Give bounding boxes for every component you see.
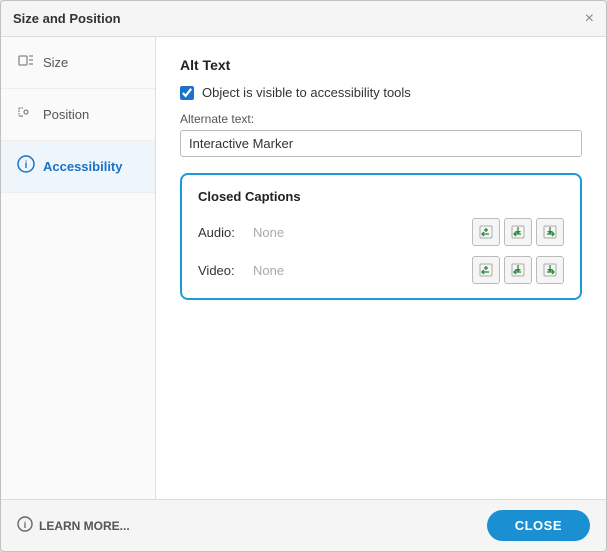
dialog-footer: i LEARN MORE... CLOSE	[1, 499, 606, 551]
content-area: Alt Text Object is visible to accessibil…	[156, 37, 606, 499]
alt-text-input[interactable]	[180, 130, 582, 157]
size-icon	[17, 51, 35, 74]
audio-add-button[interactable]	[472, 218, 500, 246]
sidebar-item-size-label: Size	[43, 55, 68, 70]
learn-more-label: LEARN MORE...	[39, 519, 130, 533]
sidebar-item-accessibility[interactable]: i Accessibility	[1, 141, 155, 193]
video-remove-button[interactable]	[536, 256, 564, 284]
info-icon: i	[17, 516, 33, 536]
audio-value: None	[253, 225, 472, 240]
accessibility-icon: i	[17, 155, 35, 178]
sidebar-item-size[interactable]: Size	[1, 37, 155, 89]
visibility-checkbox-row: Object is visible to accessibility tools	[180, 85, 582, 100]
size-and-position-dialog: Size and Position × Size	[0, 0, 607, 552]
audio-import-button[interactable]	[504, 218, 532, 246]
sidebar: Size Position i	[1, 37, 156, 499]
title-bar: Size and Position ×	[1, 1, 606, 37]
video-label: Video:	[198, 263, 253, 278]
closed-captions-box: Closed Captions Audio: None	[180, 173, 582, 300]
alt-text-field-label: Alternate text:	[180, 112, 582, 126]
alt-text-section-title: Alt Text	[180, 57, 582, 73]
video-import-button[interactable]	[504, 256, 532, 284]
video-value: None	[253, 263, 472, 278]
position-icon	[17, 103, 35, 126]
svg-text:i: i	[25, 160, 28, 171]
sidebar-item-accessibility-label: Accessibility	[43, 159, 123, 174]
video-caption-buttons	[472, 256, 564, 284]
sidebar-item-position[interactable]: Position	[1, 89, 155, 141]
dialog-title: Size and Position	[13, 11, 121, 26]
svg-text:i: i	[24, 520, 27, 530]
video-caption-row: Video: None	[198, 256, 564, 284]
closed-captions-title: Closed Captions	[198, 189, 564, 204]
audio-caption-row: Audio: None	[198, 218, 564, 246]
audio-label: Audio:	[198, 225, 253, 240]
visibility-checkbox-label: Object is visible to accessibility tools	[202, 85, 411, 100]
dialog-body: Size Position i	[1, 37, 606, 499]
sidebar-item-position-label: Position	[43, 107, 89, 122]
visibility-checkbox[interactable]	[180, 86, 194, 100]
close-x-button[interactable]: ×	[585, 11, 594, 27]
audio-caption-buttons	[472, 218, 564, 246]
learn-more-link[interactable]: i LEARN MORE...	[17, 516, 130, 536]
video-add-button[interactable]	[472, 256, 500, 284]
audio-remove-button[interactable]	[536, 218, 564, 246]
close-button[interactable]: CLOSE	[487, 510, 590, 541]
